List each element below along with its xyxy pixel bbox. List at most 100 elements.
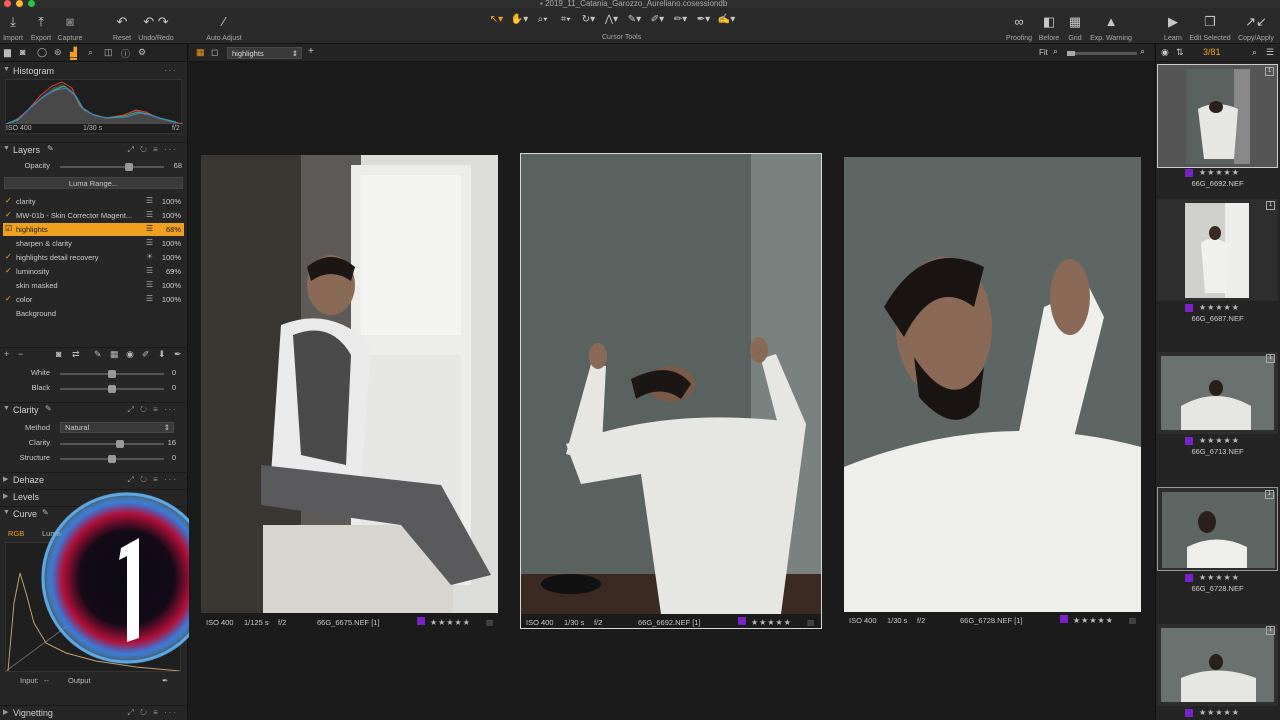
opacity-slider[interactable]: Opacity 68 [0, 160, 188, 172]
star-rating[interactable]: ★★★★★ [1199, 168, 1240, 177]
color-tag[interactable] [1185, 304, 1193, 314]
clarity-knob[interactable] [116, 440, 124, 448]
loupe-icon[interactable]: ⌕▾ [531, 14, 554, 25]
star-rating[interactable]: ★★★★★ [1199, 436, 1240, 445]
sliders-icon[interactable]: ☰ [146, 238, 153, 247]
clarity-header[interactable]: ▼ Clarity ✎ ⤢ ↻ ≡ ··· [0, 402, 188, 417]
sliders-icon[interactable]: ☰ [146, 280, 153, 289]
sort-icon[interactable]: ⇅ [1176, 47, 1184, 58]
star-rating[interactable]: ★★★★★ [430, 618, 471, 627]
draw-mask-icon[interactable]: ✎ [94, 349, 102, 360]
pan-hand-icon[interactable]: ✋▾ [508, 14, 531, 25]
photo-66g-6692-selected[interactable]: ISO 400 1/30 s f/2 66G_6692.NEF [1] ★★★★… [520, 153, 822, 629]
radial-gradient-icon[interactable]: ◉ [126, 349, 134, 360]
layer-item[interactable]: ✓ clarity ☰ 100% [3, 195, 184, 208]
before-button[interactable]: ◧ Before [1037, 14, 1061, 42]
layer-item-background[interactable]: Background [3, 307, 184, 320]
histogram-header[interactable]: ▼ Histogram ··· [0, 64, 187, 79]
keystone-icon[interactable]: ⋀▾ [600, 14, 623, 25]
refine-icon[interactable]: ⇄ [72, 349, 80, 360]
import-button[interactable]: ⤓ Import [2, 14, 24, 42]
layer-checkbox[interactable]: ✓ [5, 252, 14, 262]
thumbnail-frame[interactable]: 1 [1157, 487, 1278, 571]
color-tag[interactable] [1185, 437, 1193, 447]
thumbnail-frame[interactable]: 1 [1157, 352, 1278, 434]
white-knob[interactable] [108, 370, 116, 378]
zoom-window-button[interactable] [28, 0, 35, 7]
method-select[interactable]: Natural ⇕ [60, 422, 174, 433]
color-tag[interactable] [417, 617, 425, 627]
pick-icon[interactable]: ✒▾ [692, 14, 715, 25]
minimize-window-button[interactable] [16, 0, 23, 7]
zoom-slider[interactable] [1067, 51, 1137, 56]
zoom-in-icon[interactable]: ⌕ [1140, 46, 1145, 57]
dehaze-header[interactable]: ▶ Dehaze ⤢ ↻ ≡ ··· [0, 472, 188, 487]
layer-checkbox[interactable]: ✓ [5, 196, 14, 206]
star-rating[interactable]: ★★★★★ [751, 618, 792, 627]
library-tab-icon[interactable]: ▆ [4, 47, 11, 58]
star-rating[interactable]: ★★★★★ [1199, 303, 1240, 312]
copy-apply-button[interactable]: ↗↙ Copy/Apply [1236, 14, 1276, 42]
adjustments-tab-icon[interactable]: ◫ [104, 47, 113, 58]
zoom-knob[interactable] [1067, 51, 1075, 56]
thumbnail-frame[interactable]: 1 [1157, 199, 1278, 301]
grid-button[interactable]: ▦ Grid [1065, 14, 1085, 42]
filter-icon[interactable]: ☰ [1266, 47, 1274, 58]
undo-redo-button[interactable]: ↶ ↷ Undo/Redo [137, 14, 175, 42]
layer-checkbox[interactable]: ☑ [5, 224, 14, 234]
more-icon[interactable]: ··· [164, 66, 178, 75]
add-icon[interactable]: + [308, 46, 314, 57]
search-icon[interactable]: ⌕ [1252, 47, 1257, 58]
vignetting-header-tools[interactable]: ⤢ ↻ ≡ ··· [128, 708, 178, 718]
learn-button[interactable]: ▶ Learn [1161, 14, 1185, 42]
details-tab-icon[interactable]: ⌕ [88, 47, 93, 58]
thumbnail-frame[interactable]: 1 [1157, 64, 1278, 168]
star-rating[interactable]: ★★★★★ [1073, 616, 1114, 625]
sliders-icon[interactable]: ☰ [146, 210, 153, 219]
erase-mask-icon[interactable]: ✐ [142, 349, 150, 360]
structure-knob[interactable] [108, 455, 116, 463]
luma-range-button[interactable]: Luma Range... [4, 177, 183, 189]
color-tag[interactable] [1185, 169, 1193, 179]
layer-item[interactable]: ✓ MW-01b - Skin Corrector Magent... ☰ 10… [3, 209, 184, 222]
eye-icon[interactable]: ◉ [1161, 47, 1169, 58]
sliders-icon[interactable]: ☰ [146, 224, 153, 233]
brush-icon[interactable]: ✎▾ [623, 14, 646, 25]
photo-66g-6675[interactable] [201, 155, 498, 613]
layer-checkbox[interactable]: ✓ [5, 294, 14, 304]
photo-66g-6728[interactable] [844, 157, 1141, 612]
star-rating[interactable]: ★★★★★ [1199, 573, 1240, 582]
sliders-icon[interactable]: ☰ [146, 266, 153, 275]
sun-icon[interactable]: ☀ [146, 252, 153, 261]
menu-icon[interactable]: ▤ [486, 618, 493, 627]
sliders-icon[interactable]: ☰ [146, 294, 153, 303]
lens-tab-icon[interactable]: ◯ [37, 47, 47, 58]
structure-track[interactable] [60, 455, 164, 463]
layer-select[interactable]: highlights ⇕ [227, 47, 302, 59]
vignetting-header[interactable]: ▶ Vignetting ⤢ ↻ ≡ ··· [0, 705, 188, 720]
opacity-knob[interactable] [125, 163, 133, 171]
zoom-label[interactable]: Fit [1039, 48, 1048, 57]
exposure-tab-icon[interactable]: ▟ [70, 47, 77, 60]
black-knob[interactable] [108, 385, 116, 393]
export-button[interactable]: ⤒ Export [29, 14, 53, 42]
add-layer-icon[interactable]: + [4, 349, 9, 359]
capture-button[interactable]: ◙ Capture [56, 14, 84, 42]
color-tag[interactable] [1060, 615, 1068, 625]
layer-checkbox[interactable]: ✓ [5, 210, 14, 220]
eyedropper-icon[interactable]: ✒ [162, 676, 168, 685]
metadata-tab-icon[interactable]: ⓘ [121, 47, 130, 60]
thumbnail-frame[interactable]: 1 [1157, 624, 1278, 706]
layers-header[interactable]: ▼ Layers ✎ ⤢ ↻ ≡ ··· [0, 142, 188, 157]
layer-item[interactable]: skin masked ☰ 100% [3, 279, 184, 292]
layer-item[interactable]: ✓ highlights detail recovery ☀ 100% [3, 251, 184, 264]
layer-checkbox[interactable] [5, 280, 14, 290]
layer-header-tools[interactable]: ⤢ ↻ ≡ ··· [128, 145, 178, 155]
opacity-track[interactable] [60, 163, 164, 171]
zoom-out-icon[interactable]: ⌕ [1053, 46, 1058, 57]
linear-gradient-icon[interactable]: ▦ [110, 349, 119, 360]
layer-checkbox[interactable] [5, 238, 14, 248]
layer-item[interactable]: ✓ luminosity ☰ 69% [3, 265, 184, 278]
black-track[interactable] [60, 385, 164, 393]
sliders-icon[interactable]: ☰ [146, 196, 153, 205]
